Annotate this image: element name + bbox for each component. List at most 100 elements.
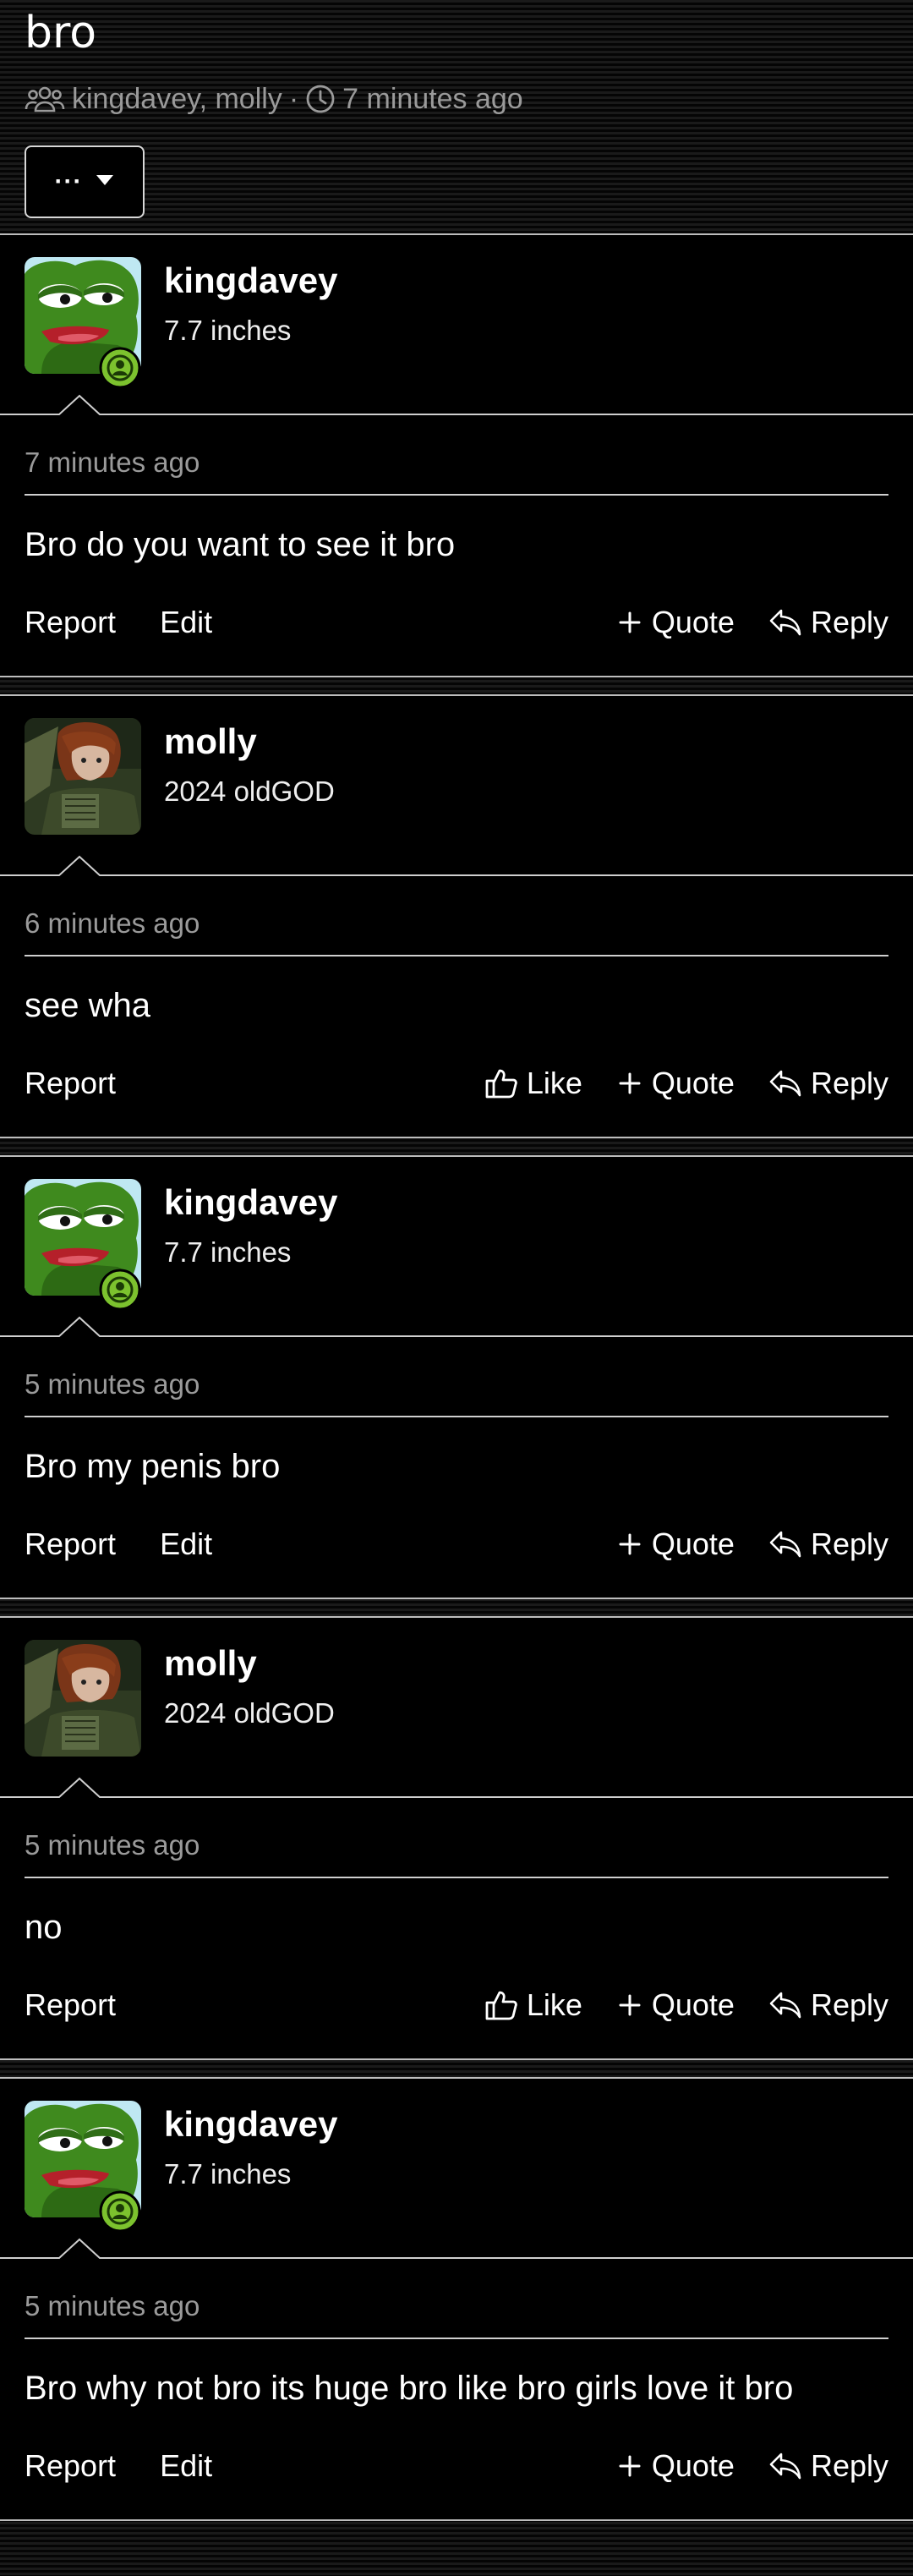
post-bottom-border <box>0 676 913 677</box>
post-body: no <box>25 1909 63 1946</box>
post-user-title: 7.7 inches <box>164 315 292 346</box>
reply-button[interactable]: Reply <box>768 1066 888 1101</box>
post-rule <box>25 955 888 956</box>
quote-button[interactable]: Quote <box>616 605 735 640</box>
report-link[interactable]: Report <box>25 1526 116 1562</box>
like-label: Like <box>526 1987 582 2022</box>
reply-icon <box>768 607 802 638</box>
post-divider <box>0 1316 913 1338</box>
user-online-badge-icon <box>99 1269 141 1311</box>
post-user-title: 2024 oldGOD <box>164 1697 335 1729</box>
post-divider <box>0 2238 913 2260</box>
post-user-title: 7.7 inches <box>164 2158 292 2190</box>
post-divider <box>0 855 913 877</box>
post-actions: Report Edit Quote Reply <box>25 599 888 646</box>
post: kingdavey 7.7 inches 7 minutes ago Bro d… <box>0 233 913 677</box>
report-link[interactable]: Report <box>25 605 116 640</box>
post-timestamp[interactable]: 5 minutes ago <box>25 1367 200 1402</box>
thread-time: 7 minutes ago <box>342 82 523 115</box>
post-user-title: 7.7 inches <box>164 1236 292 1268</box>
post: kingdavey 7.7 inches 5 minutes ago Bro w… <box>0 2077 913 2521</box>
post-username[interactable]: molly <box>164 1642 257 1685</box>
post-username[interactable]: kingdavey <box>164 259 337 303</box>
quote-label: Quote <box>651 605 735 639</box>
quote-button[interactable]: Quote <box>616 1526 735 1562</box>
meta-separator: · <box>288 82 299 115</box>
report-link[interactable]: Report <box>25 1066 116 1101</box>
quote-label: Quote <box>651 1987 735 2022</box>
post-bottom-border <box>0 1137 913 1138</box>
thread-participants[interactable]: kingdavey, molly <box>72 83 282 116</box>
edit-link[interactable]: Edit <box>160 605 212 640</box>
quote-button[interactable]: Quote <box>616 2448 735 2484</box>
thumbs-up-icon <box>484 1988 518 2022</box>
edit-link[interactable]: Edit <box>160 1526 212 1562</box>
quote-button[interactable]: Quote <box>616 1987 735 2023</box>
plus-icon <box>616 1070 643 1097</box>
post-username[interactable]: kingdavey <box>164 1181 337 1225</box>
caret-down-icon <box>96 174 114 190</box>
post-body: see wha <box>25 987 150 1024</box>
like-button[interactable]: Like <box>484 1066 582 1101</box>
clock-icon <box>305 84 336 114</box>
post-divider <box>0 394 913 416</box>
thread-title: bro <box>25 8 97 58</box>
reply-icon <box>768 2451 802 2481</box>
edit-link[interactable]: Edit <box>160 2448 212 2484</box>
reply-label: Reply <box>810 1987 888 2022</box>
post-actions: Report Edit Quote Reply <box>25 2442 888 2490</box>
reply-label: Reply <box>810 2448 888 2483</box>
post-rule <box>25 1416 888 1417</box>
report-link[interactable]: Report <box>25 2448 116 2484</box>
post-username[interactable]: molly <box>164 720 257 764</box>
post-timestamp[interactable]: 7 minutes ago <box>25 445 200 480</box>
post-rule <box>25 2338 888 2339</box>
report-link[interactable]: Report <box>25 1987 116 2023</box>
post-user-title: 2024 oldGOD <box>164 776 335 807</box>
reply-button[interactable]: Reply <box>768 605 888 640</box>
menu-dots: ··· <box>54 167 83 195</box>
post-username[interactable]: kingdavey <box>164 2102 337 2146</box>
reply-button[interactable]: Reply <box>768 1526 888 1562</box>
reply-button[interactable]: Reply <box>768 2448 888 2484</box>
post-bottom-border <box>0 2519 913 2521</box>
post-actions: Report Like Quote Reply <box>25 1060 888 1107</box>
post-body: Bro my penis bro <box>25 1448 281 1485</box>
reply-label: Reply <box>810 1526 888 1561</box>
post-actions: Report Edit Quote Reply <box>25 1521 888 1568</box>
post: molly 2024 oldGOD 5 minutes ago no Repor… <box>0 1616 913 2060</box>
post-timestamp[interactable]: 5 minutes ago <box>25 2288 200 2324</box>
post-rule <box>25 1877 888 1878</box>
thread-menu-button[interactable]: ··· <box>25 145 145 218</box>
thumbs-up-icon <box>484 1066 518 1100</box>
reply-label: Reply <box>810 1066 888 1100</box>
quote-label: Quote <box>651 2448 735 2483</box>
post-timestamp[interactable]: 6 minutes ago <box>25 906 200 941</box>
reply-button[interactable]: Reply <box>768 1987 888 2023</box>
post-body: Bro why not bro its huge bro like bro gi… <box>25 2370 794 2407</box>
reply-icon <box>768 1990 802 2020</box>
user-online-badge-icon <box>99 2190 141 2233</box>
like-button[interactable]: Like <box>484 1987 582 2023</box>
quote-button[interactable]: Quote <box>616 1066 735 1101</box>
plus-icon <box>616 609 643 636</box>
post-rule <box>25 494 888 496</box>
post-timestamp[interactable]: 5 minutes ago <box>25 1828 200 1863</box>
quote-label: Quote <box>651 1526 735 1561</box>
post-divider <box>0 1777 913 1799</box>
thread-header: bro kingdavey, molly · 7 minutes ago ··· <box>0 0 913 233</box>
plus-icon <box>616 1531 643 1558</box>
user-online-badge-icon <box>99 347 141 389</box>
plus-icon <box>616 1992 643 2019</box>
like-label: Like <box>526 1066 582 1100</box>
reply-icon <box>768 1529 802 1559</box>
post-bottom-border <box>0 2058 913 2060</box>
post-body: Bro do you want to see it bro <box>25 526 456 563</box>
post: kingdavey 7.7 inches 5 minutes ago Bro m… <box>0 1155 913 1599</box>
post-actions: Report Like Quote Reply <box>25 1981 888 2029</box>
post-bottom-border <box>0 1598 913 1599</box>
users-icon <box>25 84 65 114</box>
avatar[interactable] <box>25 718 141 835</box>
quote-label: Quote <box>651 1066 735 1100</box>
avatar[interactable] <box>25 1640 141 1757</box>
